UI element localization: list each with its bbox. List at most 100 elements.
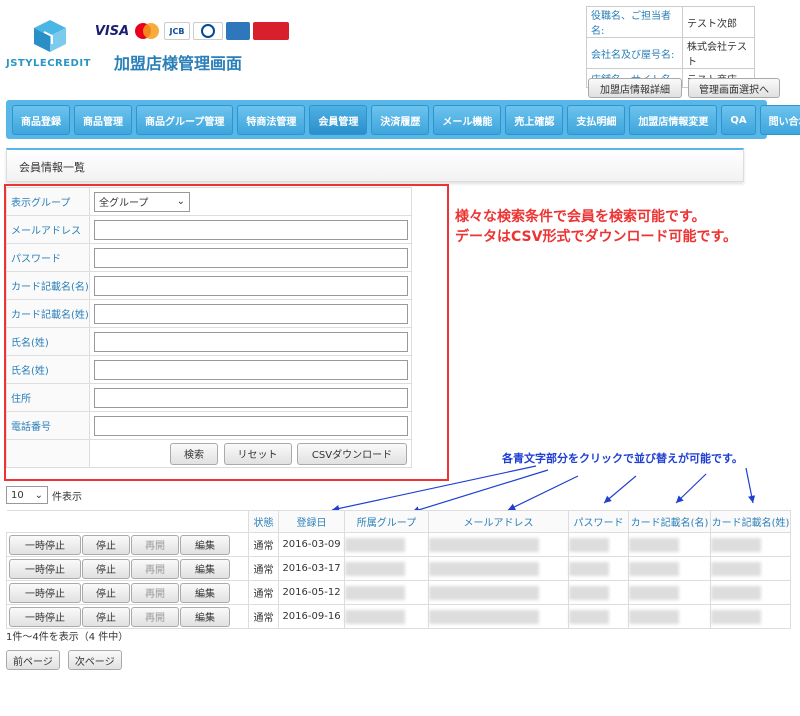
phone-input[interactable]: [94, 415, 408, 436]
pause-button[interactable]: 一時停止: [9, 558, 81, 579]
unionpay-icon: [253, 22, 289, 40]
field-label: 氏名(姓): [6, 355, 90, 384]
page-title: 会員情報一覧: [19, 161, 85, 174]
next-page-button[interactable]: 次ページ: [67, 650, 122, 670]
col-card-first-name[interactable]: カード記載名(名): [628, 510, 711, 533]
resume-button[interactable]: 再開: [131, 606, 179, 627]
date-cell: 2016-03-09: [278, 532, 345, 557]
field-label: カード記載名(名): [6, 271, 90, 300]
pause-button[interactable]: 一時停止: [9, 534, 81, 555]
switch-admin-button[interactable]: 管理画面選択へ: [688, 78, 780, 98]
table-row: 一時停止 停止 再開 編集 通常 2016-03-09: [6, 532, 791, 557]
stop-button[interactable]: 停止: [82, 558, 130, 579]
nav-product-register[interactable]: 商品登録: [12, 105, 70, 135]
table-row: 一時停止 停止 再開 編集 通常 2016-09-16: [6, 604, 791, 629]
redacted-cell: [629, 585, 679, 600]
member-table: 状態 登録日 所属グループ メールアドレス パスワード カード記載名(名) カー…: [6, 510, 791, 629]
logo-text: JSTYLECREDIT: [6, 58, 91, 69]
table-row: 一時停止 停止 再開 編集 通常 2016-03-17: [6, 556, 791, 581]
field-label: 氏名(姓): [6, 327, 90, 356]
csv-download-button[interactable]: CSVダウンロード: [297, 442, 407, 465]
site-title: 加盟店様管理画面: [114, 54, 243, 73]
card-first-name-input[interactable]: [94, 275, 408, 296]
password-input[interactable]: [94, 247, 408, 268]
date-cell: 2016-05-12: [278, 580, 345, 605]
info-value: テスト次郎: [682, 6, 755, 38]
name-input[interactable]: [94, 359, 408, 380]
col-registered-date[interactable]: 登録日: [278, 510, 345, 533]
nav-statement[interactable]: 支払明細: [567, 105, 626, 135]
pause-button[interactable]: 一時停止: [9, 582, 81, 603]
nav-shop-info-change[interactable]: 加盟店情報変更: [629, 105, 718, 135]
field-label: メールアドレス: [6, 215, 90, 244]
edit-button[interactable]: 編集: [180, 534, 230, 555]
redacted-cell: [429, 585, 539, 600]
nav-mail[interactable]: メール機能: [433, 105, 502, 135]
nav-product-group[interactable]: 商品グループ管理: [136, 105, 234, 135]
address-input[interactable]: [94, 387, 408, 408]
redacted-cell: [569, 537, 609, 552]
section-header: 会員情報一覧: [6, 148, 744, 182]
note-line: 様々な検索条件で会員を検索可能です。: [455, 209, 706, 225]
col-group[interactable]: 所属グループ: [344, 510, 429, 533]
col-password[interactable]: パスワード: [568, 510, 629, 533]
date-cell: 2016-03-17: [278, 556, 345, 581]
redacted-cell: [345, 561, 405, 576]
nav-member-manage[interactable]: 会員管理: [309, 105, 368, 135]
chevron-down-icon: ⌄: [176, 196, 185, 207]
stop-button[interactable]: 停止: [82, 582, 130, 603]
edit-button[interactable]: 編集: [180, 582, 230, 603]
redacted-cell: [629, 609, 679, 624]
redacted-cell: [711, 609, 761, 624]
redacted-cell: [629, 537, 679, 552]
last-name-input[interactable]: [94, 331, 408, 352]
nav-tokushoho[interactable]: 特商法管理: [237, 105, 306, 135]
stop-button[interactable]: 停止: [82, 606, 130, 627]
card-last-name-input[interactable]: [94, 303, 408, 324]
field-label: 住所: [6, 383, 90, 412]
edit-button[interactable]: 編集: [180, 606, 230, 627]
page-size-value: 10: [11, 489, 24, 501]
col-email[interactable]: メールアドレス: [428, 510, 569, 533]
col-card-last-name[interactable]: カード記載名(姓): [710, 510, 791, 533]
status-cell: 通常: [248, 604, 279, 629]
edit-button[interactable]: 編集: [180, 558, 230, 579]
nav-contact[interactable]: 問い合わせ: [759, 105, 800, 135]
reset-button[interactable]: リセット: [223, 442, 292, 465]
resume-button[interactable]: 再開: [131, 582, 179, 603]
redacted-cell: [345, 585, 405, 600]
nav-product-manage[interactable]: 商品管理: [74, 105, 132, 135]
redacted-cell: [711, 537, 761, 552]
sort-hint: 各青文字部分をクリックで並び替えが可能です。: [502, 452, 743, 465]
result-count: 1件～4件を表示（4 件中）: [6, 632, 129, 643]
page-size-label: 件表示: [52, 491, 82, 503]
stop-button[interactable]: 停止: [82, 534, 130, 555]
col-status: 状態: [248, 510, 279, 533]
prev-page-button[interactable]: 前ページ: [6, 650, 60, 670]
status-cell: 通常: [248, 580, 279, 605]
resume-button[interactable]: 再開: [131, 534, 179, 555]
email-input[interactable]: [94, 219, 408, 240]
status-cell: 通常: [248, 556, 279, 581]
pause-button[interactable]: 一時停止: [9, 606, 81, 627]
chevron-down-icon: ⌄: [34, 489, 43, 501]
jcb-icon: JCB: [164, 22, 190, 40]
main-nav: 商品登録 商品管理 商品グループ管理 特商法管理 会員管理 決済履歴 メール機能…: [6, 100, 800, 139]
redacted-cell: [429, 609, 539, 624]
nav-payment-history[interactable]: 決済履歴: [371, 105, 430, 135]
redacted-cell: [429, 537, 539, 552]
search-button[interactable]: 検索: [170, 442, 218, 465]
redacted-cell: [569, 585, 609, 600]
group-select-value: 全グループ: [99, 198, 149, 209]
resume-button[interactable]: 再開: [131, 558, 179, 579]
redacted-cell: [711, 585, 761, 600]
nav-qa[interactable]: QA: [721, 105, 756, 135]
shop-info-button[interactable]: 加盟店情報詳細: [588, 78, 682, 98]
page-size-select[interactable]: 10 ⌄: [6, 486, 48, 504]
nav-sales[interactable]: 売上確認: [505, 105, 564, 135]
diners-icon: [193, 22, 223, 40]
group-select[interactable]: 全グループ ⌄: [94, 191, 190, 212]
field-label: カード記載名(姓): [6, 299, 90, 328]
redacted-cell: [711, 561, 761, 576]
redacted-cell: [569, 561, 609, 576]
